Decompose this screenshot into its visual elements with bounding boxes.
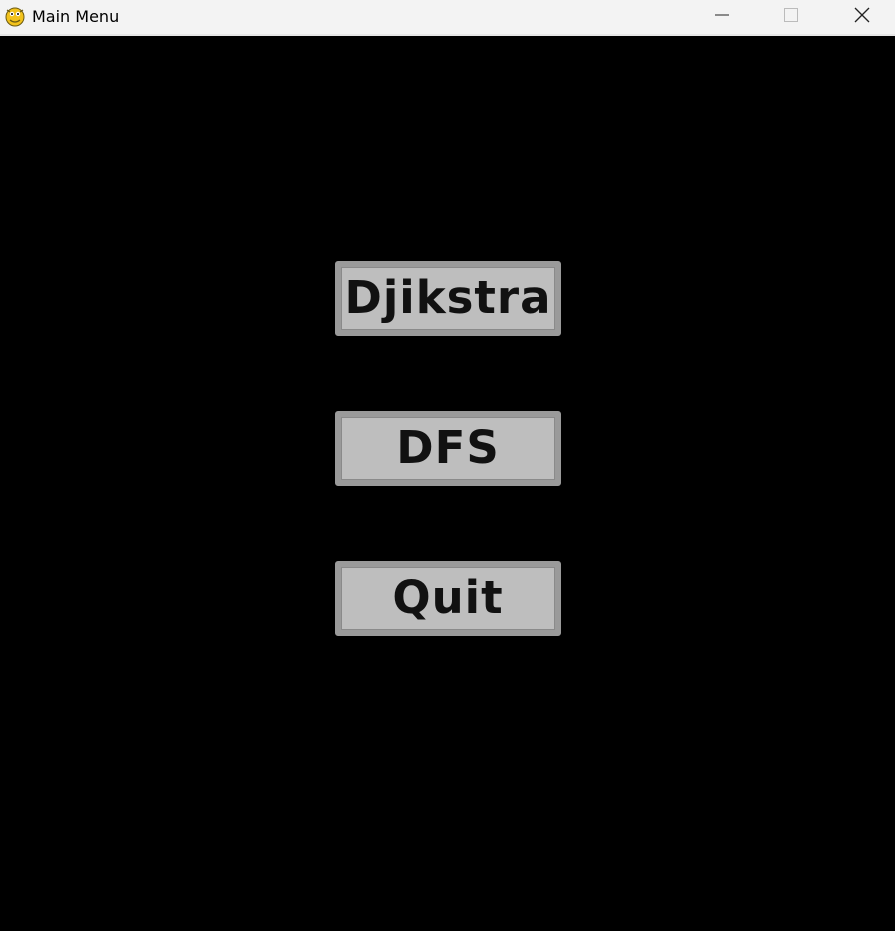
dfs-button-label: DFS: [396, 421, 500, 474]
minimize-button[interactable]: [699, 0, 745, 34]
dfs-button[interactable]: DFS: [335, 411, 561, 486]
close-icon: [853, 6, 871, 29]
app-window: Main Menu Djikstra DFS Quit: [0, 0, 895, 931]
djikstra-button-label: Djikstra: [344, 271, 552, 324]
quit-button-label: Quit: [392, 571, 504, 624]
quit-button[interactable]: Quit: [335, 561, 561, 636]
close-button[interactable]: [839, 0, 885, 34]
minimize-icon: [714, 7, 730, 28]
maximize-button[interactable]: [768, 0, 814, 34]
title-bar[interactable]: Main Menu: [0, 0, 895, 36]
pygame-snake-icon: [4, 5, 26, 27]
window-title: Main Menu: [32, 7, 120, 26]
maximize-icon: [783, 7, 799, 28]
game-canvas: Djikstra DFS Quit: [0, 36, 895, 931]
djikstra-button[interactable]: Djikstra: [335, 261, 561, 336]
